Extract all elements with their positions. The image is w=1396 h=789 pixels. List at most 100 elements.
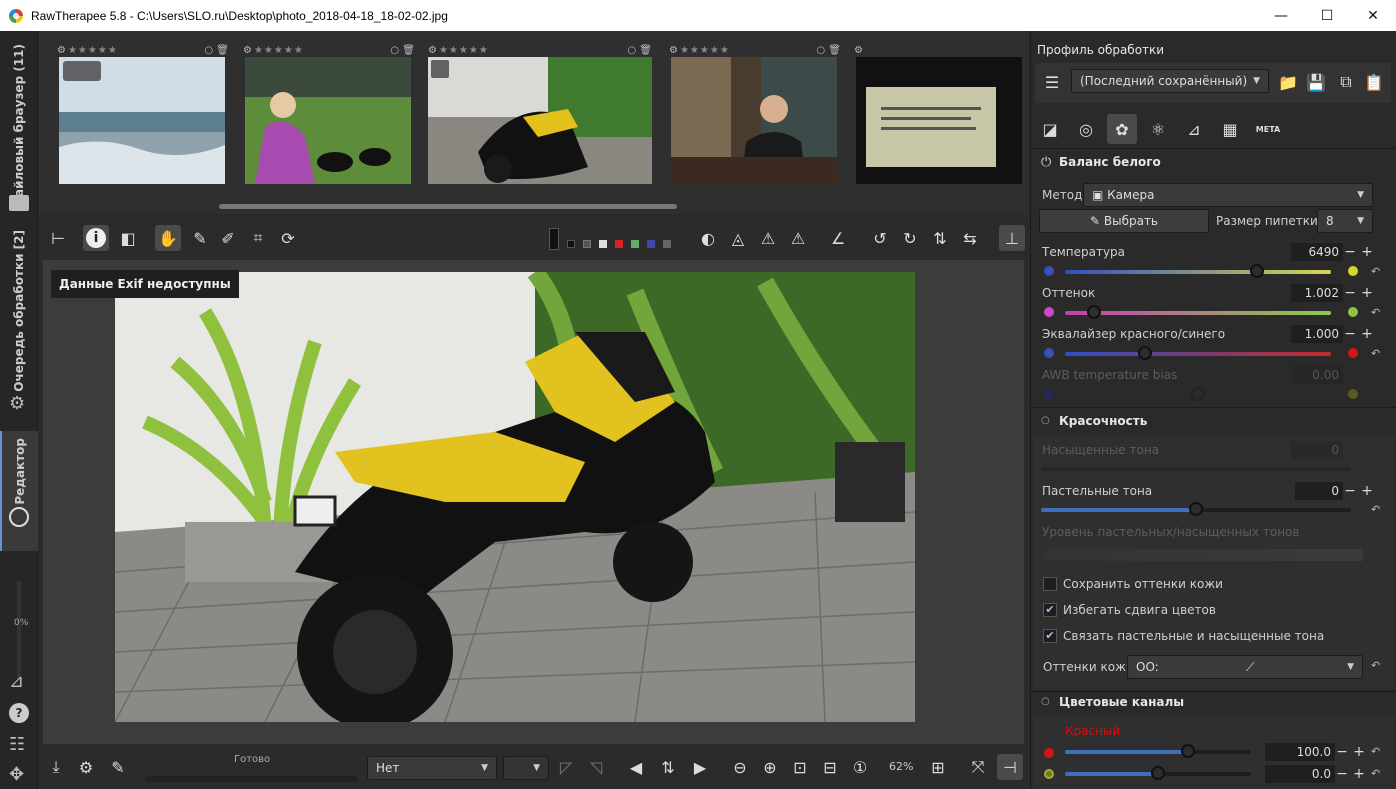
- reset-icon[interactable]: ↶: [1371, 745, 1380, 758]
- send-to-editor-icon[interactable]: ⊿: [9, 671, 24, 692]
- wb-picker-icon[interactable]: ✎: [187, 225, 213, 251]
- straighten-icon[interactable]: ⟳: [275, 225, 301, 251]
- history-combo[interactable]: ▼: [503, 756, 549, 780]
- highlight-clip-warning-icon[interactable]: ⚠: [785, 225, 811, 251]
- focus-mask-icon[interactable]: ◐: [695, 225, 721, 251]
- tab-exposure-icon[interactable]: ◪: [1035, 114, 1065, 144]
- bg-white-swatch[interactable]: [599, 240, 607, 248]
- temperature-minus-button[interactable]: −: [1343, 243, 1357, 261]
- perspective-icon[interactable]: ∠: [825, 225, 851, 251]
- red-channel-input[interactable]: 100.0: [1265, 743, 1335, 761]
- temperature-plus-button[interactable]: +: [1360, 243, 1374, 261]
- next-image-icon[interactable]: ▶: [687, 754, 713, 780]
- channel-lum-swatch[interactable]: [663, 240, 671, 248]
- zoom-in-icon[interactable]: ⊕: [757, 754, 783, 780]
- reset-icon[interactable]: ↶: [1371, 265, 1380, 278]
- sync-icon[interactable]: ⇅: [655, 754, 681, 780]
- tint-input[interactable]: 1.002: [1291, 284, 1343, 302]
- color-picker-icon[interactable]: ✐: [215, 225, 241, 251]
- paste-profile-icon[interactable]: 📋: [1361, 69, 1387, 95]
- tab-queue[interactable]: Очередь обработки [2]: [0, 230, 38, 392]
- tab-file-browser[interactable]: Файловый браузер (11): [0, 41, 38, 211]
- tag-off-icon[interactable]: ◹: [583, 754, 609, 780]
- fullscreen-icon[interactable]: ✥: [9, 764, 24, 785]
- channels-toggle-icon[interactable]: ○: [1041, 696, 1050, 707]
- pipette-size-combo[interactable]: 8 ▼: [1317, 209, 1373, 233]
- hide-right-panel-icon[interactable]: ⊣: [997, 754, 1023, 780]
- pastel-minus-button[interactable]: −: [1343, 482, 1357, 500]
- tab-raw-icon[interactable]: ▦: [1215, 114, 1245, 144]
- red-channel-slider[interactable]: [1065, 744, 1251, 758]
- flip-vertical-icon[interactable]: ⇅: [927, 225, 953, 251]
- zoom-fit-icon[interactable]: ⊡: [787, 754, 813, 780]
- pastel-input[interactable]: 0: [1295, 482, 1343, 500]
- info-icon[interactable]: i: [83, 225, 109, 251]
- hide-panels-icon[interactable]: ⊥: [999, 225, 1025, 251]
- minimize-button[interactable]: —: [1258, 0, 1304, 31]
- profile-combo[interactable]: (Последний сохранённый) ▼: [1071, 69, 1269, 93]
- channel-blue-swatch[interactable]: [647, 240, 655, 248]
- reset-icon[interactable]: ↶: [1371, 503, 1380, 516]
- hide-history-icon[interactable]: ⊢: [45, 225, 71, 251]
- previous-image-icon[interactable]: ◀: [623, 754, 649, 780]
- reset-icon[interactable]: ↶: [1371, 347, 1380, 360]
- protect-skin-checkbox[interactable]: [1043, 577, 1057, 591]
- save-profile-icon[interactable]: 💾: [1303, 69, 1329, 95]
- snapshot-combo[interactable]: Нет ▼: [367, 756, 497, 780]
- bg-grey-swatch[interactable]: [583, 240, 591, 248]
- bg-black-swatch[interactable]: [567, 240, 575, 248]
- tag-icon[interactable]: ◸: [553, 754, 579, 780]
- queue-gear-icon[interactable]: ⚙: [9, 393, 25, 414]
- avoid-shift-checkbox[interactable]: ✔: [1043, 603, 1057, 617]
- thumbnail-3-selected[interactable]: ⚙ ★★★★★ ○ 🗑: [428, 43, 652, 184]
- pastel-slider[interactable]: [1041, 502, 1351, 516]
- rb-slider[interactable]: [1065, 346, 1331, 360]
- zoom-100-icon[interactable]: ①: [847, 754, 873, 780]
- tint-slider[interactable]: [1065, 305, 1331, 319]
- preview-bg-icon[interactable]: [549, 228, 559, 250]
- tab-metadata-icon[interactable]: META: [1253, 114, 1283, 144]
- red-plus-button[interactable]: +: [1352, 743, 1366, 761]
- preferences-icon[interactable]: ☷: [9, 734, 25, 755]
- rb-knob[interactable]: [1137, 346, 1152, 360]
- thumbnail-5[interactable]: ⚙: [854, 43, 1026, 184]
- tint-minus-button[interactable]: −: [1343, 284, 1357, 302]
- rating-stars[interactable]: ★★★★★: [254, 45, 304, 56]
- queue-add-icon[interactable]: ⚙: [73, 754, 99, 780]
- tab-color-icon[interactable]: ✿: [1107, 114, 1137, 144]
- reset-icon[interactable]: ↶: [1371, 659, 1380, 672]
- vibrance-title[interactable]: Красочность: [1059, 414, 1147, 428]
- tab-details-icon[interactable]: ◎: [1071, 114, 1101, 144]
- tab-editor[interactable]: Редактор: [0, 431, 38, 551]
- maximize-button[interactable]: ☐: [1304, 0, 1350, 31]
- rb-plus-button[interactable]: +: [1360, 325, 1374, 343]
- tab-transform-icon[interactable]: ⊿: [1179, 114, 1209, 144]
- wb-method-combo[interactable]: ▣ Камера ▼: [1083, 183, 1373, 207]
- folder-icon[interactable]: [9, 195, 29, 211]
- tint-knob[interactable]: [1087, 305, 1102, 319]
- thumbnail-4[interactable]: ⚙ ★★★★★ ○ 🗑: [669, 43, 841, 184]
- red-minus-button[interactable]: −: [1335, 743, 1349, 761]
- vibrance-toggle-icon[interactable]: ○: [1041, 415, 1050, 426]
- temperature-knob[interactable]: [1249, 264, 1264, 278]
- fullscreen-viewer-icon[interactable]: ⤧: [965, 754, 991, 780]
- open-profile-icon[interactable]: 📁: [1275, 69, 1301, 95]
- flip-horizontal-icon[interactable]: ⇆: [957, 225, 983, 251]
- filmstrip-scrollbar[interactable]: [219, 204, 677, 209]
- help-icon[interactable]: ?: [9, 703, 29, 723]
- wb-pick-button[interactable]: ✎ Выбрать: [1039, 209, 1209, 233]
- green-channel-knob[interactable]: [1151, 766, 1165, 780]
- tint-plus-button[interactable]: +: [1360, 284, 1374, 302]
- thumbnail-2[interactable]: ⚙ ★★★★★ ○ 🗑: [243, 43, 415, 184]
- green-plus-button[interactable]: +: [1352, 765, 1366, 783]
- pastel-knob[interactable]: [1189, 502, 1203, 516]
- copy-profile-icon[interactable]: ⧉: [1333, 69, 1359, 95]
- new-detail-window-icon[interactable]: ⊞: [925, 754, 951, 780]
- rb-minus-button[interactable]: −: [1343, 325, 1357, 343]
- highlight-clip-icon[interactable]: ◬: [725, 225, 751, 251]
- crop-icon[interactable]: ⌗: [245, 225, 271, 251]
- rating-stars[interactable]: ★★★★★: [439, 45, 489, 56]
- temperature-slider[interactable]: [1065, 264, 1331, 278]
- tab-advanced-icon[interactable]: ⚛: [1143, 114, 1173, 144]
- green-channel-input[interactable]: 0.0: [1265, 765, 1335, 783]
